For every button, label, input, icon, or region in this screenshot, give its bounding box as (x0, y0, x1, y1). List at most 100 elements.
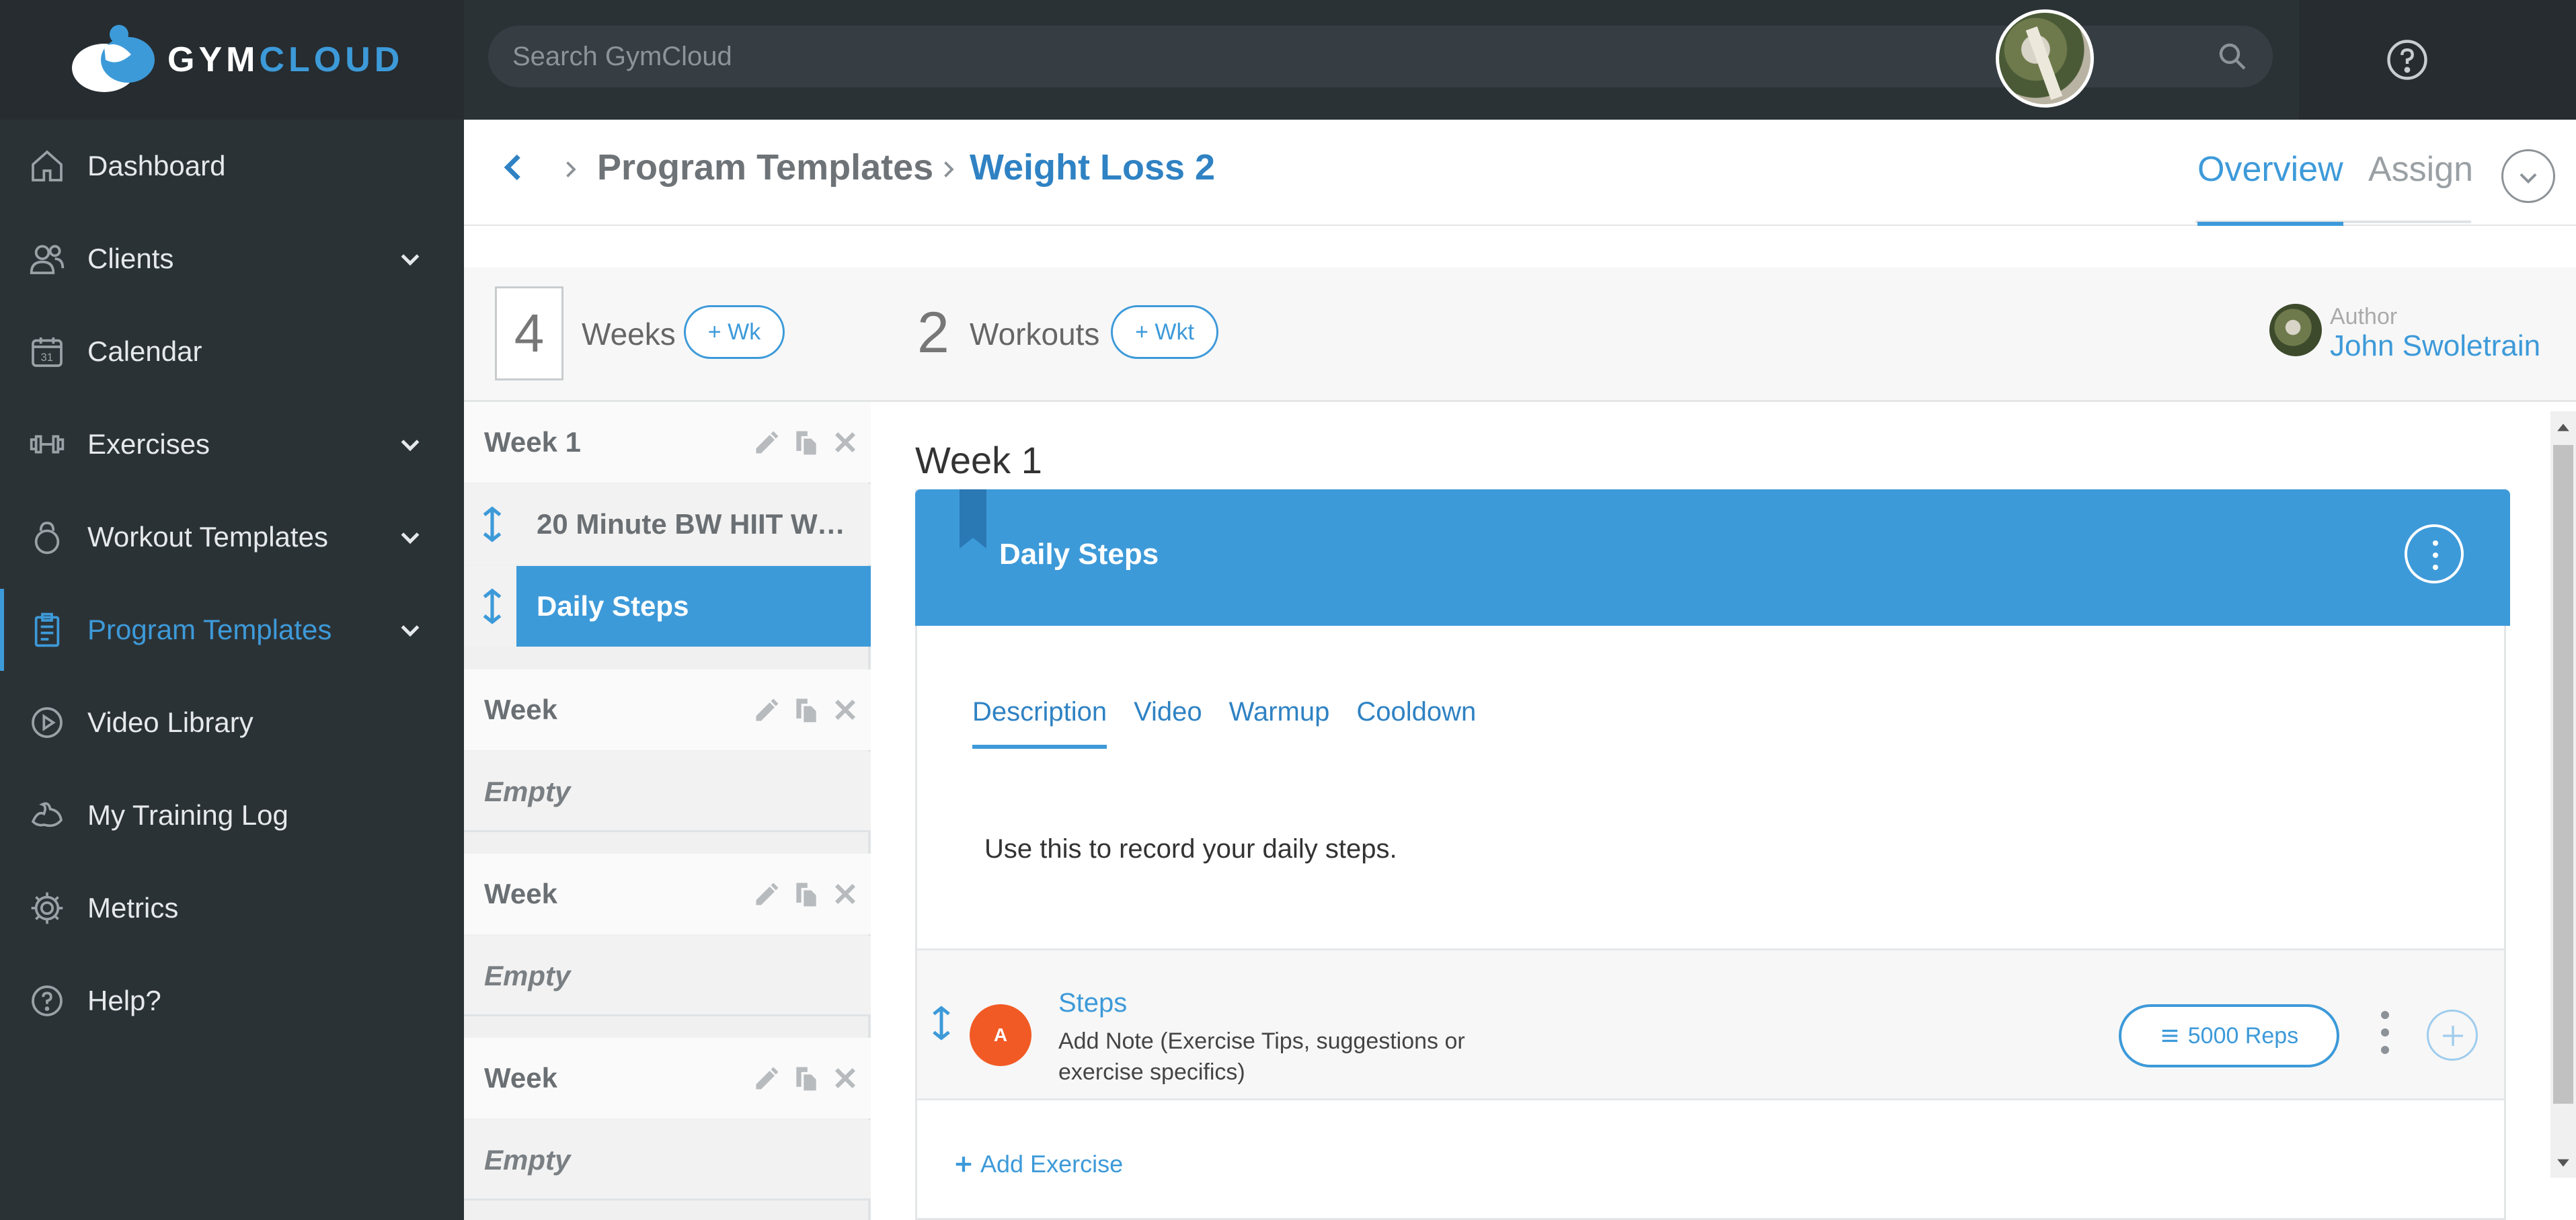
week-header[interactable]: Week (464, 669, 871, 750)
scroll-up-icon[interactable] (2556, 421, 2571, 436)
sidebar-item-label: Calendar (87, 335, 202, 367)
list-icon (2162, 1029, 2178, 1043)
sidebar-item-my-training-log[interactable]: My Training Log (0, 769, 464, 862)
tab-overview[interactable]: Overview (2197, 149, 2343, 226)
sidebar-item-calendar[interactable]: 31 Calendar (0, 305, 464, 398)
copy-icon[interactable] (791, 428, 821, 457)
week-heading: Week 1 (915, 439, 1042, 481)
week-title: Week 1 (484, 426, 581, 458)
close-icon[interactable] (830, 879, 860, 909)
close-icon[interactable] (830, 695, 860, 725)
search-icon[interactable] (2216, 40, 2249, 73)
sidebar: GYMCLOUD Dashboard Clients 31 Calendar E… (0, 0, 464, 1220)
workout-item[interactable]: 20 Minute BW HIIT Wor... (464, 484, 871, 565)
add-exercise-label: Add Exercise (980, 1150, 1124, 1178)
breadcrumb-current: Weight Loss 2 (970, 147, 1216, 188)
sidebar-item-label: Metrics (87, 892, 179, 924)
chevron-down-icon[interactable] (397, 524, 424, 551)
copy-icon[interactable] (791, 1063, 821, 1093)
sidebar-item-clients[interactable]: Clients (0, 212, 464, 305)
pencil-icon[interactable] (752, 428, 782, 457)
chevron-down-icon[interactable] (397, 431, 424, 458)
sidebar-item-video-library[interactable]: Video Library (0, 676, 464, 769)
tab-warmup[interactable]: Warmup (1229, 697, 1330, 749)
copy-icon[interactable] (791, 879, 821, 909)
empty-week-placeholder: Empty (464, 751, 871, 832)
workout-menu-button[interactable] (2405, 524, 2464, 583)
reps-button[interactable]: 5000 Reps (2119, 1004, 2339, 1067)
tab-assign[interactable]: Assign (2368, 149, 2473, 226)
sidebar-item-label: Workout Templates (87, 521, 328, 553)
copy-icon[interactable] (791, 695, 821, 725)
exercise-menu-icon[interactable] (2381, 1011, 2389, 1054)
add-exercise-link[interactable]: Add Exercise (953, 1150, 1123, 1178)
sidebar-item-metrics[interactable]: Metrics (0, 862, 464, 954)
add-workout-button[interactable]: + Wkt (1111, 305, 1218, 359)
exercise-letter-badge: A (970, 1004, 1031, 1066)
week-header[interactable]: Week (464, 854, 871, 934)
sidebar-item-exercises[interactable]: Exercises (0, 398, 464, 491)
weeks-label: Weeks (582, 317, 676, 352)
gear-icon (31, 892, 63, 924)
drag-handle-icon[interactable] (929, 1004, 953, 1042)
author-avatar (2269, 304, 2322, 356)
calendar-icon: 31 (32, 337, 63, 367)
add-set-button[interactable] (2427, 1010, 2478, 1061)
week-tools (752, 428, 860, 457)
more-options-button[interactable] (2501, 149, 2555, 203)
sidebar-item-workout-templates[interactable]: Workout Templates (0, 491, 464, 583)
exercise-note[interactable]: Add Note (Exercise Tips, suggestions or … (1058, 1026, 1489, 1088)
tab-description[interactable]: Description (972, 697, 1107, 749)
drag-handle-icon[interactable] (479, 505, 506, 543)
workout-label: Daily Steps (537, 590, 689, 622)
chevron-down-icon[interactable] (397, 616, 424, 643)
workout-item-selected[interactable]: Daily Steps (464, 566, 871, 647)
workouts-count: 2 (917, 300, 949, 365)
sidebar-item-label: Help? (87, 985, 161, 1016)
top-bar (464, 0, 2576, 120)
sidebar-item-label: Clients (87, 243, 174, 274)
pencil-icon[interactable] (752, 1063, 782, 1093)
workout-description: Use this to record your daily steps. (984, 834, 1397, 864)
close-icon[interactable] (830, 1063, 860, 1093)
pencil-icon[interactable] (752, 879, 782, 909)
scroll-down-icon[interactable] (2556, 1155, 2571, 1170)
close-icon[interactable] (830, 428, 860, 457)
week-title: Week (484, 1062, 557, 1094)
week-header[interactable]: Week (464, 1038, 871, 1119)
user-avatar[interactable] (1996, 9, 2094, 108)
chevron-right-icon (944, 161, 954, 177)
help-icon (32, 985, 63, 1016)
breadcrumb-parent[interactable]: Program Templates (597, 147, 933, 188)
brand-name: GYMCLOUD (167, 40, 404, 79)
week-header[interactable]: Week 1 (464, 402, 871, 483)
sidebar-item-label: Video Library (87, 706, 253, 738)
sidebar-item-program-templates[interactable]: Program Templates (0, 583, 464, 676)
sidebar-item-help[interactable]: Help? (0, 954, 464, 1047)
gymcloud-logo-icon (72, 25, 155, 92)
week-title: Week (484, 694, 557, 725)
bookmark-icon (960, 489, 986, 548)
workout-title: Daily Steps (999, 538, 1159, 571)
chevron-down-icon[interactable] (397, 245, 424, 272)
scrollbar[interactable] (2550, 411, 2576, 1178)
logo[interactable]: GYMCLOUD (0, 0, 464, 120)
search-input[interactable] (512, 41, 2126, 72)
tab-video[interactable]: Video (1134, 697, 1202, 749)
users-icon (30, 245, 65, 274)
exercise-name[interactable]: Steps (1058, 988, 1127, 1018)
workout-detail: Week 1 Daily Steps Description Video War… (873, 402, 2548, 1220)
scroll-thumb[interactable] (2553, 445, 2573, 1104)
add-week-button[interactable]: + Wk (684, 305, 785, 359)
drag-handle-icon[interactable] (479, 587, 506, 625)
tab-cooldown[interactable]: Cooldown (1356, 697, 1476, 749)
sidebar-item-label: My Training Log (87, 799, 288, 831)
workout-card: Daily Steps Description Video Warmup Coo… (915, 489, 2510, 1220)
back-arrow-icon[interactable] (498, 151, 531, 184)
sidebar-item-dashboard[interactable]: Dashboard (0, 120, 464, 212)
workout-label: 20 Minute BW HIIT Wor... (537, 508, 859, 540)
pencil-icon[interactable] (752, 695, 782, 725)
help-icon[interactable] (2385, 38, 2429, 82)
page-header: Program Templates Weight Loss 2 Overview… (464, 120, 2576, 226)
author-name[interactable]: John Swoletrain (2330, 329, 2540, 363)
